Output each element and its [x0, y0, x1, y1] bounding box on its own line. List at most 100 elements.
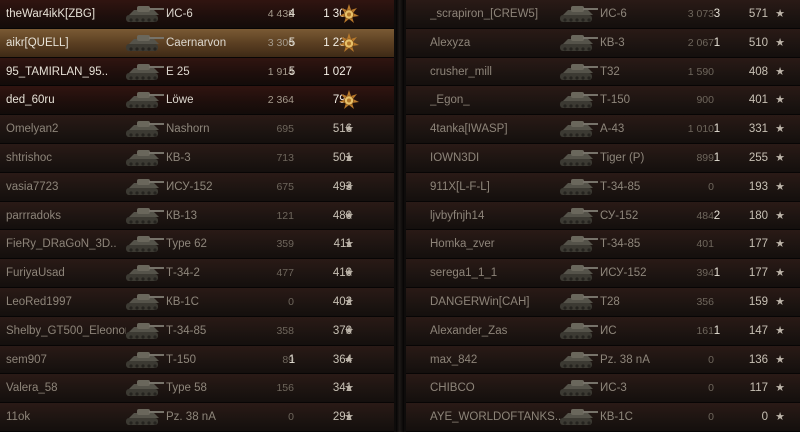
damage-value: 675	[276, 180, 294, 193]
player-row[interactable]: CHIBCO ИС-3 0 117 ★	[406, 374, 800, 404]
tank-name: ИС-6	[166, 8, 193, 20]
player-row[interactable]: LeoRed1997 КВ-1С 0 402 ★	[0, 287, 394, 317]
star-icon: ★	[775, 151, 785, 164]
player-name: ljvbyfnjh14	[430, 209, 485, 222]
player-row[interactable]: FuriyaUsad Т-34-2 477 410 ★	[0, 259, 394, 288]
player-row[interactable]: 4tanka[IWASP] А-43 1 010 1 331 ★	[406, 115, 800, 144]
player-row[interactable]: max_842 Pz. 38 nA 0 136 ★	[406, 345, 800, 375]
tank-name: Т-34-85	[166, 324, 207, 337]
player-row[interactable]: _scrapiron_[CREW5] ИС-6 3 073 3 571 ★	[406, 0, 800, 29]
medal-slot: ★	[770, 288, 790, 316]
player-row[interactable]: serega1_1_1 ИСУ-152 394 1 177 ★	[406, 259, 800, 288]
tank-icon	[120, 2, 166, 26]
damage-value: 0	[708, 353, 714, 366]
star-icon: ★	[775, 180, 785, 193]
player-row[interactable]: Valera_58 Type 58 156 341 ★	[0, 374, 394, 404]
player-row[interactable]: sem907 Т-150 89 1 364 ★	[0, 345, 394, 375]
player-row[interactable]: ljvbyfnjh14 СУ-152 484 2 180 ★	[406, 201, 800, 231]
tank-icon	[554, 290, 600, 314]
player-row[interactable]: aikr[QUELL] Caernarvon 3 306 5 1 231	[0, 28, 394, 58]
player-name: Homka_zver	[430, 238, 495, 251]
damage-value: 0	[708, 411, 714, 424]
tank-name: E 25	[166, 65, 190, 78]
star-icon: ★	[344, 353, 354, 366]
player-row[interactable]: ded_60ru Löwe 2 364 791	[0, 86, 394, 116]
player-row[interactable]: shtrishoc КВ-3 713 501 ★	[0, 143, 394, 173]
medal-slot: ★	[338, 317, 360, 345]
medal-slot: ★	[338, 115, 360, 143]
xp-value: 571	[748, 8, 768, 20]
player-row[interactable]: Alexander_Zas ИС 161 1 147 ★	[406, 316, 800, 346]
damage-value: 2 364	[267, 94, 294, 107]
star-icon: ★	[775, 353, 785, 366]
medal-slot: ★	[770, 346, 790, 374]
player-row[interactable]: crusher_mill T32 1 590 408 ★	[406, 57, 800, 87]
star-icon: ★	[344, 180, 354, 193]
frags-value: 1	[288, 353, 296, 366]
medal-slot: ★	[338, 288, 360, 316]
left-team-panel: theWar4ikK[ZBG] ИС-6 4 438 4 1 304 aikr[…	[0, 0, 394, 432]
damage-value: 356	[696, 295, 714, 308]
player-row[interactable]: 911X[L-F-L] Т-34-85 0 193 ★	[406, 172, 800, 202]
player-row[interactable]: _Egon_ Т-150 900 401 ★	[406, 86, 800, 116]
damage-value: 394	[696, 267, 714, 280]
player-row[interactable]: IOWN3DI Tiger (P) 899 1 255 ★	[406, 143, 800, 173]
tank-icon	[554, 261, 600, 285]
medal-slot: ★	[770, 86, 790, 114]
medal-slot: ★	[770, 202, 790, 230]
tank-icon	[120, 117, 166, 141]
player-row[interactable]: FieRy_DRaGoN_3D.. Type 62 359 411 ★	[0, 230, 394, 260]
tank-name: КВ-13	[166, 209, 197, 222]
xp-value: 147	[748, 324, 768, 337]
player-name: shtrishoc	[6, 151, 53, 164]
star-icon: ★	[775, 36, 785, 49]
player-name: vasia7723	[6, 180, 59, 193]
tank-icon	[554, 204, 600, 228]
tank-icon	[554, 348, 600, 372]
star-icon: ★	[344, 382, 354, 395]
star-icon: ★	[775, 238, 785, 251]
player-name: theWar4ikK[ZBG]	[6, 8, 96, 20]
star-icon: ★	[344, 267, 354, 280]
tank-icon	[120, 31, 166, 55]
player-row[interactable]: theWar4ikK[ZBG] ИС-6 4 438 4 1 304	[0, 0, 394, 29]
tank-name: ИСУ-152	[166, 180, 213, 193]
tank-name: Pz. 38 nA	[166, 411, 216, 424]
player-row[interactable]: 95_TAMIRLAN_95.. E 25 1 914 5 1 027	[0, 57, 394, 87]
medal-slot: ★	[338, 202, 360, 230]
player-row[interactable]: 11ok Pz. 38 nA 0 291 ★	[0, 403, 394, 432]
tank-icon	[554, 232, 600, 256]
player-row[interactable]: Alexyza КВ-3 2 067 1 510 ★	[406, 28, 800, 58]
damage-value: 401	[696, 238, 714, 251]
xp-value: 177	[748, 238, 768, 251]
player-row[interactable]: Omelyan2 Nashorn 695 516 ★	[0, 115, 394, 144]
medal-slot: ★	[770, 144, 790, 172]
tank-icon	[554, 319, 600, 343]
star-icon: ★	[344, 238, 354, 251]
ace-medal-icon	[339, 32, 359, 52]
medal-slot: ★	[770, 29, 790, 57]
tank-icon	[120, 376, 166, 400]
player-row[interactable]: parrradoks КВ-13 121 480 ★	[0, 201, 394, 231]
damage-value: 358	[276, 324, 294, 337]
medal-slot: ★	[770, 317, 790, 345]
player-name: crusher_mill	[430, 65, 492, 78]
player-row[interactable]: DANGERWin[CAH] T28 356 159 ★	[406, 287, 800, 317]
player-row[interactable]: AYE_WORLDOFTANKS.. КВ-1С 0 0 ★	[406, 403, 800, 432]
tank-icon	[120, 146, 166, 170]
player-row[interactable]: vasia7723 ИСУ-152 675 493 ★	[0, 172, 394, 202]
player-row[interactable]: Shelby_GT500_Eleonor.. Т-34-85 358 370 ★	[0, 316, 394, 346]
frags-value: 4	[288, 8, 296, 20]
xp-value: 159	[748, 295, 768, 308]
damage-value: 2 067	[687, 36, 714, 49]
star-icon: ★	[344, 411, 354, 424]
star-icon: ★	[775, 65, 785, 78]
player-name: Omelyan2	[6, 123, 59, 136]
player-name: 11ok	[6, 411, 31, 424]
tank-icon	[554, 2, 600, 26]
player-row[interactable]: Homka_zver Т-34-85 401 177 ★	[406, 230, 800, 260]
tank-icon	[120, 405, 166, 429]
xp-value: 136	[748, 353, 768, 366]
star-icon: ★	[344, 209, 354, 222]
damage-value: 1 010	[687, 123, 714, 136]
